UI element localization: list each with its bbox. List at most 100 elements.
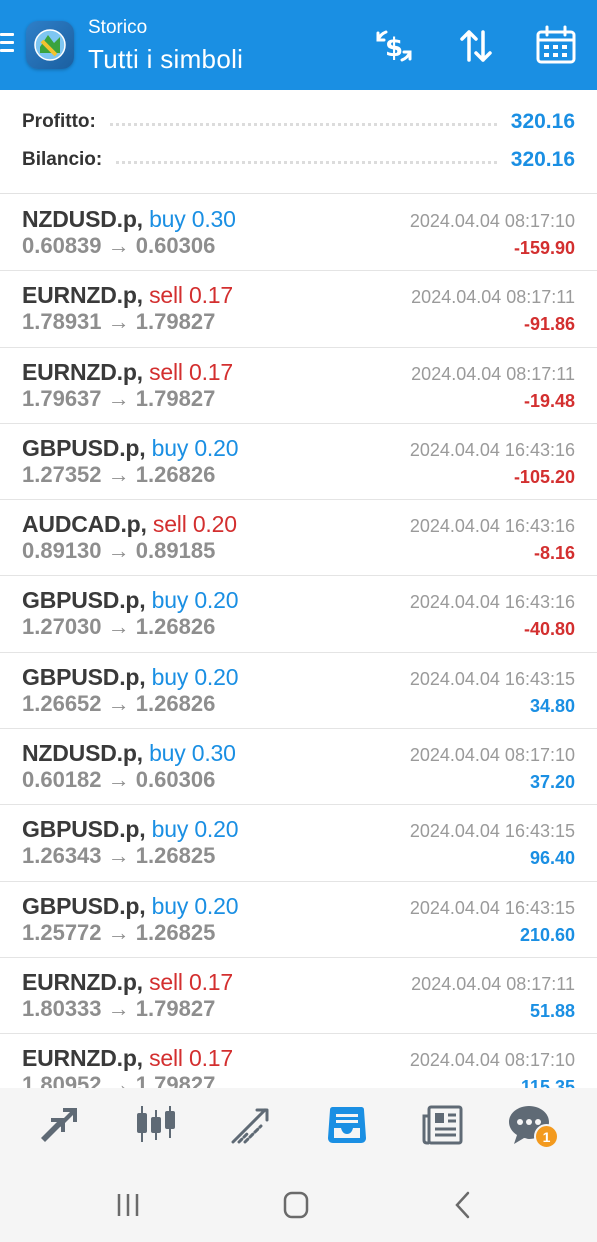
trade-volume: 0.20	[194, 663, 239, 690]
trade-prices: 1.26343 → 1.26825	[22, 843, 215, 869]
trade-profit: -40.80	[523, 619, 575, 640]
trade-volume: 0.30	[191, 206, 236, 232]
trade-time: 2024.04.04 08:17:10	[409, 1050, 575, 1071]
price-arrow-icon: →	[107, 461, 130, 487]
sort-icon[interactable]	[454, 24, 498, 68]
trade-time: 2024.04.04 16:43:16	[409, 439, 575, 460]
trade-side: buy 0.20	[152, 435, 239, 461]
price-arrow-icon: →	[107, 995, 130, 1021]
trade-prices: 1.26652 → 1.26826	[22, 691, 215, 717]
history-icon[interactable]	[324, 1102, 370, 1148]
side-label: buy	[151, 816, 189, 843]
close-price: 1.26826	[135, 614, 216, 640]
dotted-leader	[109, 122, 497, 126]
open-price: 0.60839	[22, 233, 102, 258]
trade-history-list[interactable]: NZDUSD.p, buy 0.30 0.60839 → 0.60306 2024.…	[0, 195, 597, 1088]
trade-prices: 1.79637 → 1.79827	[22, 386, 215, 412]
symbol-name: GBPUSD.p,	[22, 663, 146, 690]
bottom-tab-bar	[0, 1088, 597, 1166]
symbol-name: GBPUSD.p,	[22, 816, 146, 843]
trade-symbol: EURNZD.p, sell 0.17	[22, 282, 233, 309]
trade-row[interactable]: EURNZD.p, sell 0.17 1.78931 → 1.79827 2024…	[0, 271, 597, 348]
trade-profit: 34.80	[529, 695, 575, 716]
trade-row[interactable]: GBPUSD.p, buy 0.20 1.26652 → 1.26826 2024.…	[0, 653, 597, 730]
symbol-name: AUDCAD.p,	[22, 511, 147, 538]
home-icon[interactable]	[276, 1188, 316, 1222]
quotes-icon[interactable]	[37, 1102, 83, 1148]
trade-volume: 0.20	[194, 434, 239, 461]
symbol-name: NZDUSD.p,	[22, 740, 143, 767]
messages-badge: 1	[534, 1124, 559, 1149]
trade-symbol: NZDUSD.p, buy 0.30	[22, 206, 236, 233]
trade-volume: 0.17	[188, 1045, 233, 1072]
menu-icon[interactable]	[0, 33, 16, 57]
trade-time: 2024.04.04 16:43:16	[409, 592, 575, 613]
recent-apps-icon[interactable]	[108, 1188, 148, 1222]
open-price: 1.78931	[22, 309, 102, 335]
trade-profit: -19.48	[523, 390, 575, 411]
trade-symbol: GBPUSD.p, buy 0.20	[22, 893, 238, 920]
side-label: sell	[152, 511, 187, 538]
symbol-name: GBPUSD.p,	[22, 892, 146, 919]
trade-prices: 1.80952 → 1.79827	[22, 1072, 215, 1088]
trade-row[interactable]: NZDUSD.p, buy 0.30 0.60839 → 0.60306 2024.…	[0, 195, 597, 272]
trade-row[interactable]: EURNZD.p, sell 0.17 1.80333 → 1.79827 2024…	[0, 958, 597, 1035]
trade-symbol: EURNZD.p, sell 0.17	[22, 1045, 233, 1072]
trade-profit: 51.88	[529, 1000, 575, 1021]
open-price: 1.27030	[22, 614, 102, 640]
trade-time: 2024.04.04 08:17:10	[409, 745, 575, 766]
trade-prices: 0.60182 → 0.60306	[22, 767, 215, 793]
trade-side: sell 0.17	[149, 969, 233, 995]
chart-icon[interactable]	[133, 1102, 179, 1148]
trade-symbol: GBPUSD.p, buy 0.20	[22, 435, 238, 462]
trade-row[interactable]: EURNZD.p, sell 0.17 1.80952 → 1.79827 2024…	[0, 1034, 597, 1088]
trade-side: buy 0.30	[149, 206, 236, 232]
back-icon[interactable]	[444, 1188, 484, 1222]
trade-time: 2024.04.04 16:43:15	[409, 897, 575, 918]
trade-symbol: GBPUSD.p, buy 0.20	[22, 587, 238, 614]
trade-row[interactable]: GBPUSD.p, buy 0.20 1.27030 → 1.26826 2024.…	[0, 576, 597, 653]
trade-row[interactable]: EURNZD.p, sell 0.17 1.79637 → 1.79827 2024…	[0, 348, 597, 424]
trade-volume: 0.20	[194, 816, 239, 843]
trade-row[interactable]: GBPUSD.p, buy 0.20 1.26343 → 1.26825 2024.…	[0, 805, 597, 882]
metatrader-logo	[26, 21, 74, 69]
trade-time: 2024.04.04 08:17:11	[411, 363, 575, 384]
trade-time: 2024.04.04 16:43:15	[409, 668, 575, 689]
trade-volume: 0.20	[194, 892, 239, 919]
trade-prices: 1.25772 → 1.26825	[22, 920, 215, 946]
trade-profit: 37.20	[529, 772, 575, 793]
close-price: 1.79827	[135, 309, 216, 335]
profit-value: 320.16	[510, 110, 575, 133]
side-label: buy	[151, 587, 189, 614]
history-summary: Profitto: 320.16 Bilancio: 320.16	[0, 90, 597, 194]
open-price: 1.26343	[22, 843, 102, 869]
news-icon[interactable]	[420, 1102, 466, 1148]
close-price: 1.79827	[135, 385, 216, 411]
trade-symbol: EURNZD.p, sell 0.17	[22, 969, 233, 996]
close-price: 0.60306	[135, 233, 216, 258]
open-price: 1.25772	[22, 919, 102, 945]
open-price: 1.26652	[22, 690, 102, 716]
symbol-name: EURNZD.p,	[22, 282, 143, 309]
trade-side: buy 0.30	[149, 740, 236, 766]
open-price: 1.79637	[22, 385, 102, 411]
trade-side: sell 0.17	[149, 359, 233, 385]
trade-prices: 1.78931 → 1.79827	[22, 309, 215, 335]
trade-time: 2024.04.04 16:43:15	[409, 821, 575, 842]
close-price: 0.89185	[135, 538, 216, 564]
trade-profit: -159.90	[513, 238, 575, 258]
currency-exchange-icon[interactable]: $	[372, 24, 416, 68]
trade-side: buy 0.20	[152, 893, 239, 919]
trade-side: sell 0.17	[149, 1045, 233, 1071]
trade-volume: 0.20	[194, 587, 239, 614]
open-price: 1.80952	[22, 1072, 102, 1088]
calendar-icon[interactable]	[534, 24, 578, 68]
trade-icon[interactable]	[229, 1102, 275, 1148]
trade-row[interactable]: NZDUSD.p, buy 0.30 0.60182 → 0.60306 2024.…	[0, 729, 597, 806]
trade-row[interactable]: GBPUSD.p, buy 0.20 1.25772 → 1.26825 2024.…	[0, 882, 597, 958]
trade-row[interactable]: AUDCAD.p, sell 0.20 0.89130 → 0.89185 2024…	[0, 500, 597, 577]
close-price: 1.79827	[135, 995, 216, 1021]
price-arrow-icon: →	[107, 309, 130, 335]
trade-row[interactable]: GBPUSD.p, buy 0.20 1.27352 → 1.26826 2024.…	[0, 424, 597, 501]
symbol-name: EURNZD.p,	[22, 968, 143, 995]
